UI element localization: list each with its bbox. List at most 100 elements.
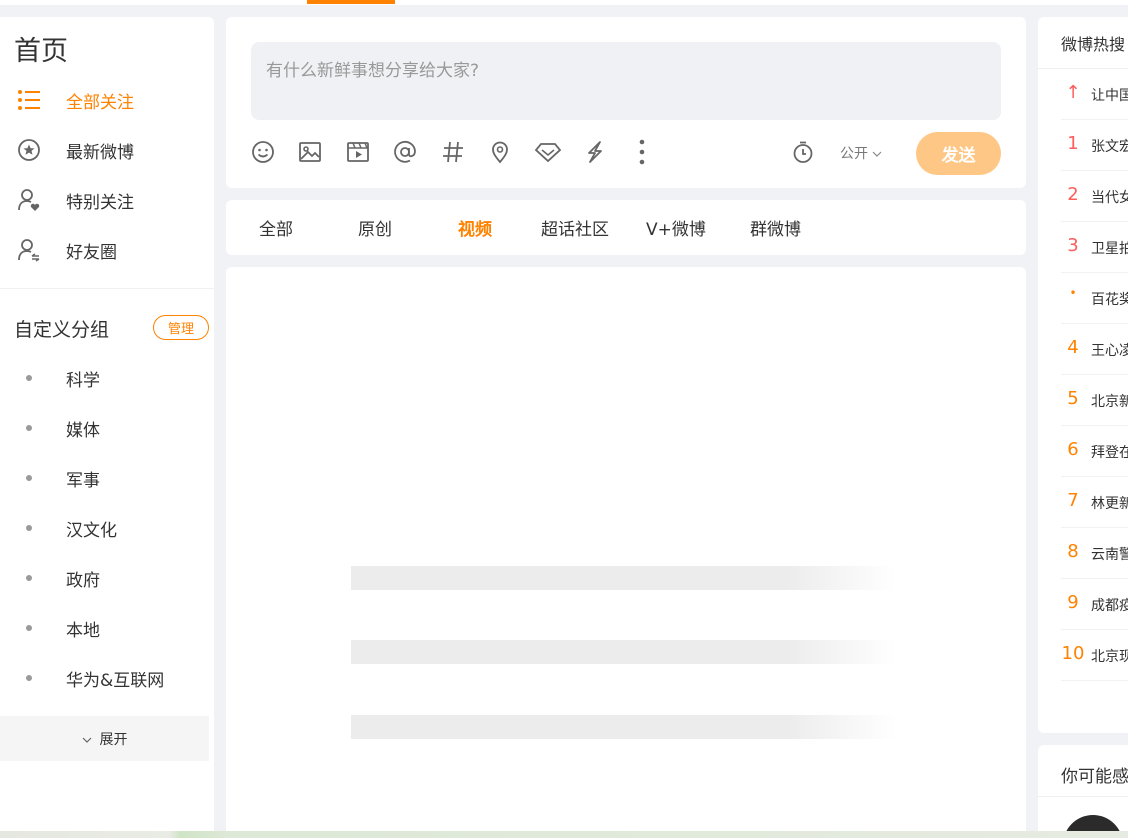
hot-search-item[interactable]: 4 王心凌 [1061,324,1128,375]
hot-search-item[interactable]: 10 北京现 [1061,630,1128,681]
group-label: 本地 [66,620,100,641]
mention-icon[interactable] [390,137,420,167]
group-label: 汉文化 [66,520,117,541]
hot-search-item[interactable]: 9 成都疫 [1061,579,1128,630]
hot-search-text: 百花奖 [1091,292,1128,308]
hot-search-item[interactable]: 3 卫星拍 [1061,222,1128,273]
hot-search-item[interactable]: 6 拜登在 [1061,426,1128,477]
taskbar-strip [0,831,1128,838]
divider [1038,796,1128,797]
visibility-dropdown[interactable]: 公开 [840,143,882,163]
bullet-dot [26,625,32,631]
group-item[interactable]: 华为&互联网 [14,658,214,698]
pin-top-icon: ↑ [1065,82,1081,103]
hot-search-rank: 3 [1067,235,1079,256]
bullet-dot [26,375,32,381]
hot-search-text: 北京新 [1091,394,1128,410]
star-circle-icon [14,135,44,165]
nav-item-special[interactable]: 特别关注 [14,180,214,220]
group-label: 军事 [66,470,100,491]
expand-groups-button[interactable]: 展开 [0,716,209,761]
hot-search-text: 拜登在 [1091,445,1128,461]
hot-search-item[interactable]: 1 张文宏 [1061,120,1128,171]
hot-search-panel: 微博热搜 ↑ 让中国 1 张文宏 2 当代女 3 卫星拍 • 百花奖 4 王心凌… [1038,17,1128,733]
group-label: 科学 [66,370,100,391]
group-item[interactable]: 本地 [14,608,214,648]
hot-search-rank: 1 [1067,133,1079,154]
location-icon[interactable] [485,137,515,167]
post-input[interactable] [251,42,1001,120]
topic-icon[interactable] [438,137,468,167]
hot-search-rank: 7 [1067,490,1079,511]
user-friends-icon [14,235,44,265]
hot-search-rank: 10 [1061,643,1085,664]
hot-search-item[interactable]: 7 林更新 [1061,477,1128,528]
bullet-dot [26,475,32,481]
hot-search-rank: 8 [1067,541,1079,562]
hot-search-item[interactable]: • 百花奖 [1061,273,1128,324]
group-item[interactable]: 科学 [14,358,214,398]
left-sidebar: 首页 全部关注 最新微博 特别关注 好友圈 自定义分组 管理 科学 媒体 军事 [0,17,214,838]
nav-item-label: 最新微博 [66,142,134,163]
feed-content [226,267,1026,838]
chevron-down-icon [872,145,882,161]
hot-search-item[interactable]: ↑ 让中国 [1061,69,1128,120]
hot-search-text: 让中国 [1091,88,1128,104]
tab-vplus[interactable]: V+微博 [646,200,706,255]
group-label: 政府 [66,570,100,591]
bullet-dot [26,425,32,431]
hot-search-item[interactable]: 8 云南警 [1061,528,1128,579]
visibility-label: 公开 [840,146,868,162]
recommend-panel: 你可能感兴趣 [1038,745,1128,838]
hot-search-rank: 2 [1067,184,1079,205]
group-label: 媒体 [66,420,100,441]
group-item[interactable]: 军事 [14,458,214,498]
group-item[interactable]: 政府 [14,558,214,598]
hot-search-text: 卫星拍 [1091,241,1128,257]
divider [0,288,214,289]
bullet-dot [26,675,32,681]
send-button[interactable]: 发送 [916,132,1001,175]
more-icon[interactable] [627,137,657,167]
hot-search-rank: 6 [1067,439,1079,460]
bullet-dot [26,525,32,531]
hot-search-item[interactable]: 2 当代女 [1061,171,1128,222]
timer-icon[interactable] [788,137,818,167]
emoji-icon[interactable] [248,137,278,167]
tab-super-topic[interactable]: 超话社区 [541,200,609,255]
nav-item-latest[interactable]: 最新微博 [14,130,214,170]
lightning-icon[interactable] [580,137,610,167]
loading-skeleton-bar [351,715,896,739]
hot-search-item[interactable]: 5 北京新 [1061,375,1128,426]
nav-item-all-follow[interactable]: 全部关注 [14,80,214,120]
bullet-dot [26,575,32,581]
group-item[interactable]: 汉文化 [14,508,214,548]
manage-groups-button[interactable]: 管理 [153,315,209,340]
hot-search-text: 云南警 [1091,547,1128,563]
group-item[interactable]: 媒体 [14,408,214,448]
hot-search-text: 当代女 [1091,190,1128,206]
hot-search-rank: 5 [1067,388,1079,409]
custom-group-title: 自定义分组 [14,319,110,341]
list-icon [14,85,44,115]
nav-item-label: 特别关注 [66,192,134,213]
recommend-title: 你可能感兴趣 [1061,767,1128,787]
loading-skeleton-bar [351,640,896,664]
hot-search-text: 成都疫 [1091,598,1128,614]
active-tab-indicator [307,0,395,4]
tab-all[interactable]: 全部 [259,200,293,255]
video-icon[interactable] [343,137,373,167]
expand-label: 展开 [99,731,128,748]
nav-item-label: 好友圈 [66,242,117,263]
hot-search-text: 北京现 [1091,649,1128,665]
chevron-down-icon [82,731,92,747]
tab-original[interactable]: 原创 [358,200,392,255]
image-icon[interactable] [295,137,325,167]
nav-item-label: 全部关注 [66,92,134,113]
tab-video[interactable]: 视频 [458,200,492,255]
nav-item-friends[interactable]: 好友圈 [14,230,214,270]
group-label: 华为&互联网 [66,670,165,691]
page-title: 首页 [14,36,68,67]
diamond-icon[interactable] [533,137,563,167]
tab-group-weibo[interactable]: 群微博 [750,200,801,255]
